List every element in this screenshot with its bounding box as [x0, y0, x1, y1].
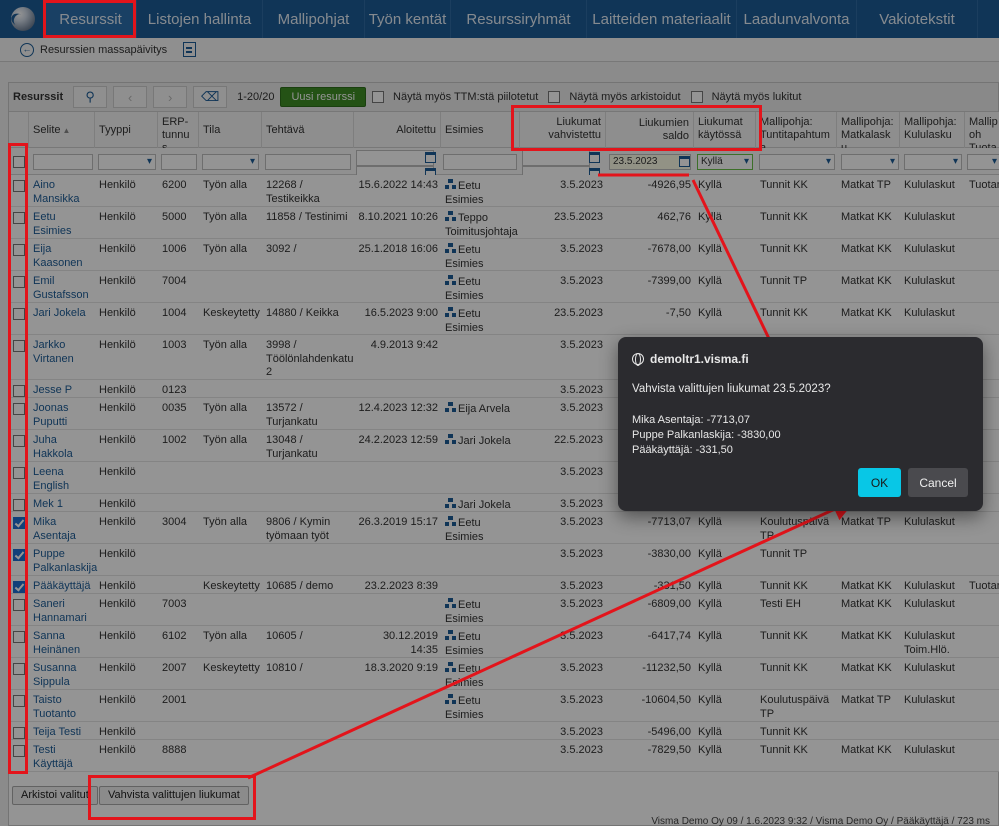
dialog-entry: Pääkäyttäjä: -331,50 [632, 444, 733, 456]
annotation-box-liukumat-columns [511, 105, 762, 151]
dialog-entry: Puppe Palkanlaskija: -3830,00 [632, 429, 781, 441]
annotation-box-confirm-button [88, 775, 256, 820]
annotation-box-checkbox-column [8, 143, 28, 774]
dialog-origin-text: demoltr1.visma.fi [650, 352, 749, 366]
annotation-box-resurssit-tab [43, 0, 136, 38]
dialog-ok-button[interactable]: OK [858, 468, 901, 497]
dialog-entry: Mika Asentaja: -7713,07 [632, 414, 751, 426]
dialog-origin: demoltr1.visma.fi [632, 352, 749, 366]
confirm-dialog: demoltr1.visma.fi Vahvista valittujen li… [618, 337, 983, 511]
dialog-question: Vahvista valittujen liukumat 23.5.2023? [632, 383, 831, 395]
globe-icon [632, 353, 644, 366]
dialog-cancel-button[interactable]: Cancel [908, 468, 968, 497]
